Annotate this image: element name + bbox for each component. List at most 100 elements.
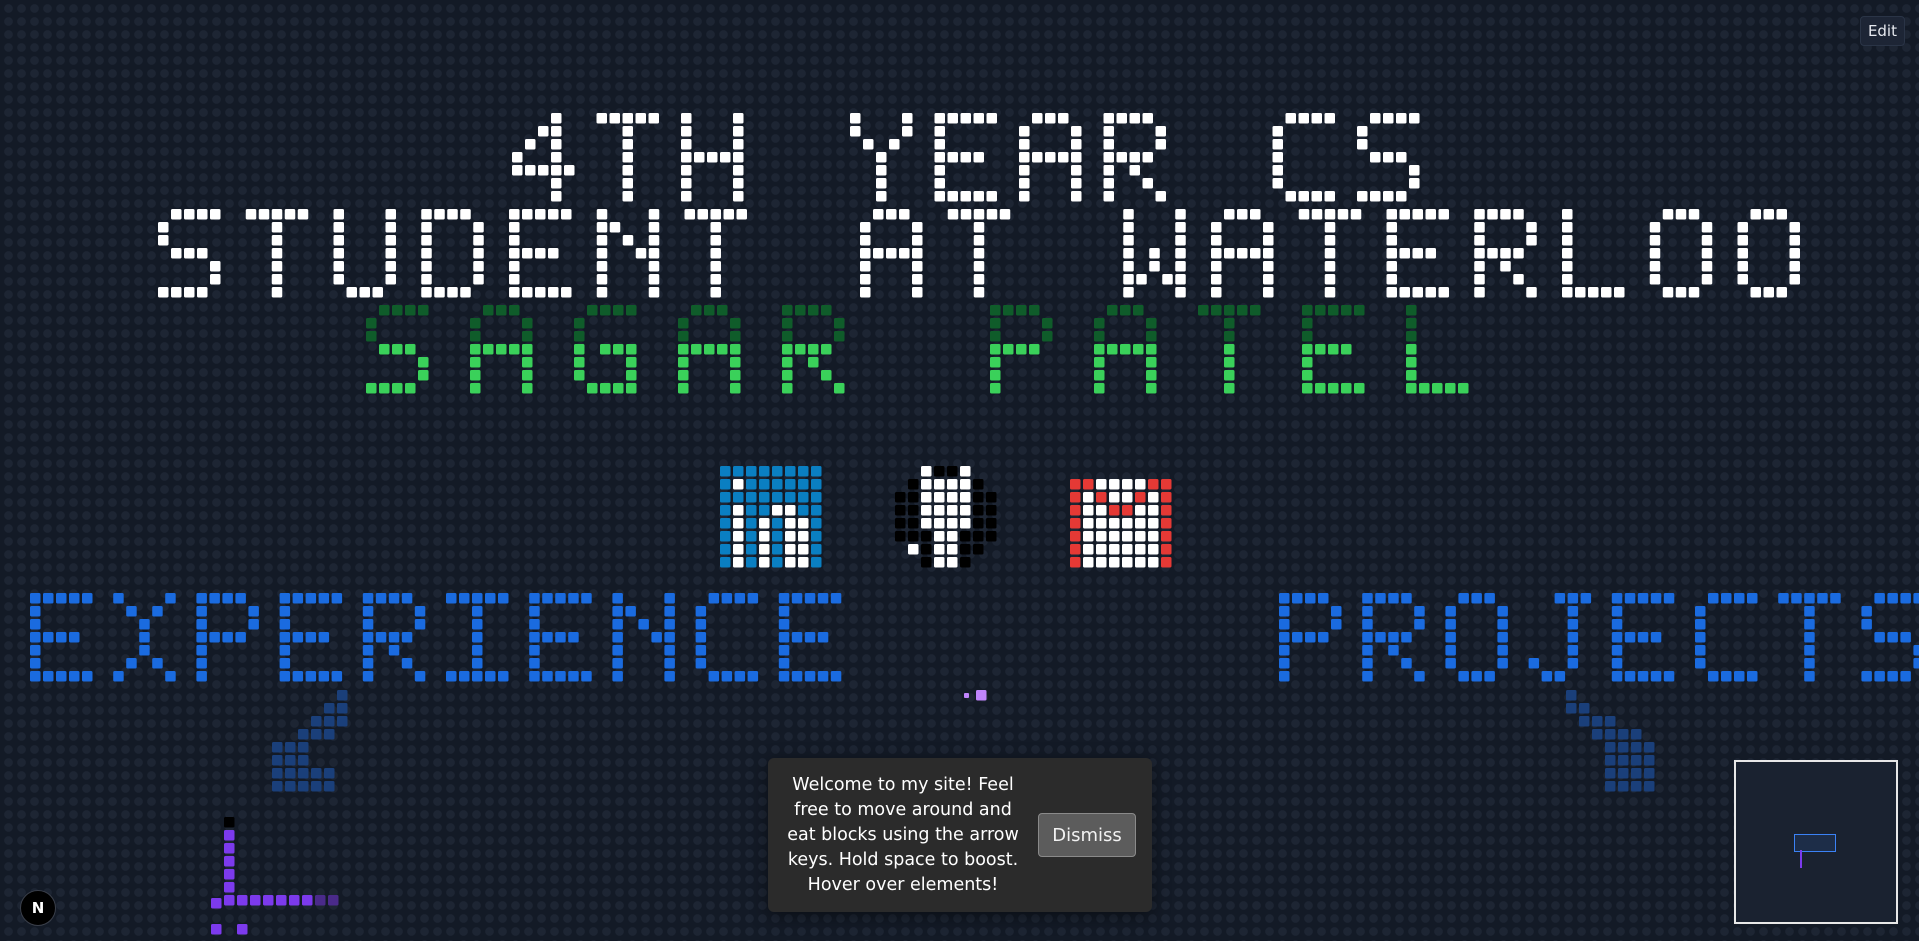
linkedin-icon[interactable]	[720, 466, 822, 568]
projects-arrow[interactable]	[1566, 690, 1655, 792]
pixel-block	[1386, 274, 1397, 285]
projects-heading[interactable]	[1279, 593, 1919, 682]
hero-title-line1[interactable]	[512, 113, 1420, 202]
icon-pixel	[1122, 518, 1133, 529]
pixel-block	[1649, 222, 1661, 233]
pixel-block	[1789, 261, 1800, 272]
pixel-block	[1272, 178, 1283, 189]
edit-button[interactable]: Edit	[1859, 16, 1905, 46]
icon-pixel	[1109, 505, 1120, 516]
food-block[interactable]	[964, 690, 987, 701]
pixel-block	[1362, 606, 1373, 617]
pixel-block	[1701, 248, 1713, 259]
icon-pixel	[1070, 518, 1081, 529]
experience-heading[interactable]	[30, 593, 842, 682]
pixel-block	[1331, 619, 1342, 630]
pixel-block	[1071, 126, 1082, 137]
icon-pixel	[772, 492, 783, 503]
gmail-icon[interactable]	[1070, 479, 1172, 568]
pixel-block	[366, 331, 377, 342]
pixel-block	[1588, 287, 1599, 298]
pixel-block	[1302, 318, 1313, 329]
pixel-block	[1315, 383, 1326, 394]
pixel-block	[279, 645, 291, 656]
icon-pixel	[947, 531, 958, 542]
arrow-pixel	[272, 742, 283, 753]
pixel-block	[418, 305, 429, 316]
arrow-pixel	[1631, 755, 1642, 766]
pixel-block	[1432, 383, 1443, 394]
pixel-block	[681, 165, 692, 176]
pixel-block	[1445, 383, 1456, 394]
icon-pixel	[811, 531, 822, 542]
arrow-pixel	[1566, 703, 1577, 714]
pixel-block	[733, 178, 744, 189]
pixel-block	[209, 632, 220, 643]
pixel-block	[1331, 606, 1342, 617]
pixel-block	[622, 191, 633, 202]
pixel-block	[184, 248, 195, 259]
pixel-block	[1567, 619, 1579, 630]
dismiss-button[interactable]: Dismiss	[1038, 813, 1136, 857]
github-icon[interactable]	[895, 466, 997, 568]
pixel-block	[902, 126, 913, 137]
pixel-block	[1071, 165, 1082, 176]
pixel-block	[372, 287, 383, 298]
pixel-block	[473, 261, 484, 272]
icon-pixel	[947, 479, 958, 490]
pixel-block	[1324, 113, 1335, 124]
name-title[interactable]	[366, 305, 1469, 394]
pixel-block	[472, 593, 483, 604]
pixel-block	[581, 593, 592, 604]
pixel-block	[551, 126, 562, 137]
pixel-block	[795, 344, 806, 355]
hero-title-line2[interactable]	[158, 209, 1800, 298]
pixel-block	[1175, 235, 1186, 246]
arrow-pixel	[337, 716, 348, 727]
pixel-block	[990, 383, 1001, 394]
pixel-block	[470, 383, 481, 394]
pixel-block	[860, 235, 871, 246]
icon-pixel	[960, 492, 971, 503]
pixel-block	[721, 671, 733, 682]
pixel-block	[1175, 222, 1186, 233]
pixel-block	[1701, 222, 1713, 233]
pixel-block	[473, 235, 484, 246]
pixel-block	[1401, 658, 1412, 669]
pixel-block	[271, 287, 283, 298]
pixel-block	[1142, 113, 1153, 124]
icon-pixel	[1161, 531, 1172, 542]
minimap[interactable]	[1734, 760, 1898, 924]
pixel-block	[808, 357, 819, 368]
pixel-block	[664, 671, 675, 682]
pixel-block	[733, 165, 744, 176]
pixel-block	[574, 318, 585, 329]
pixel-block	[1776, 209, 1787, 220]
player-snake[interactable]	[211, 817, 339, 935]
arrow-pixel	[272, 781, 283, 792]
pixel-block	[648, 248, 660, 259]
pixel-block	[678, 331, 689, 342]
icon-pixel	[895, 492, 906, 503]
pixel-block	[366, 318, 377, 329]
pixel-block	[1279, 645, 1290, 656]
pixel-block	[30, 645, 41, 656]
pixel-block	[1747, 671, 1758, 682]
experience-arrow[interactable]	[272, 690, 348, 792]
pixel-block	[1474, 287, 1485, 298]
pixel-block	[1649, 274, 1661, 285]
pixel-block	[509, 235, 520, 246]
icon-pixel	[759, 518, 770, 529]
pixel-block	[1874, 593, 1885, 604]
pixel-block	[710, 209, 721, 220]
pixel-block	[525, 165, 536, 176]
pixel-block	[305, 671, 317, 682]
pixel-block	[529, 658, 540, 669]
pixel-block	[1649, 235, 1661, 246]
pixel-block	[405, 383, 416, 394]
pixel-block	[1224, 383, 1235, 394]
pixel-block	[1224, 331, 1235, 342]
nav-badge[interactable]: N	[20, 890, 56, 926]
pixel-block	[1688, 287, 1700, 298]
pixel-block	[1541, 671, 1553, 682]
